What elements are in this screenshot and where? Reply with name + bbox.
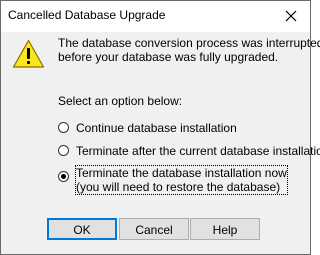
- radio-button[interactable]: [58, 145, 69, 156]
- radio-label-line: Terminate the database installation now: [76, 166, 287, 180]
- option-prompt: Select an option below:: [58, 94, 183, 108]
- message-line: before your database was fully upgraded.: [58, 50, 279, 64]
- radio-button-selected[interactable]: [58, 171, 69, 182]
- message-text: The database conversion process was inte…: [58, 36, 320, 64]
- radio-selected-dot: [61, 174, 66, 179]
- radio-label-line: Terminate after the current database ins…: [76, 144, 320, 158]
- dialog-body: The database conversion process was inte…: [1, 32, 320, 254]
- message-line: The database conversion process was inte…: [58, 36, 320, 50]
- close-icon: [285, 10, 297, 22]
- dialog-window: Cancelled Database Upgrade The database …: [0, 0, 320, 255]
- radio-label[interactable]: Terminate the database installation now …: [75, 165, 288, 195]
- close-button[interactable]: [279, 6, 303, 26]
- help-button[interactable]: Help: [190, 218, 260, 240]
- radio-label[interactable]: Terminate after the current database ins…: [76, 144, 320, 158]
- warning-icon: [12, 39, 45, 69]
- radio-label-line: Continue database installation: [76, 121, 237, 135]
- radio-label-line: (you will need to restore the database): [76, 180, 281, 194]
- title-bar[interactable]: Cancelled Database Upgrade: [1, 1, 310, 32]
- dialog-title: Cancelled Database Upgrade: [8, 8, 166, 22]
- radio-button[interactable]: [58, 122, 69, 133]
- cancel-button[interactable]: Cancel: [119, 218, 189, 240]
- radio-label[interactable]: Continue database installation: [76, 121, 237, 135]
- ok-button[interactable]: OK: [47, 218, 117, 240]
